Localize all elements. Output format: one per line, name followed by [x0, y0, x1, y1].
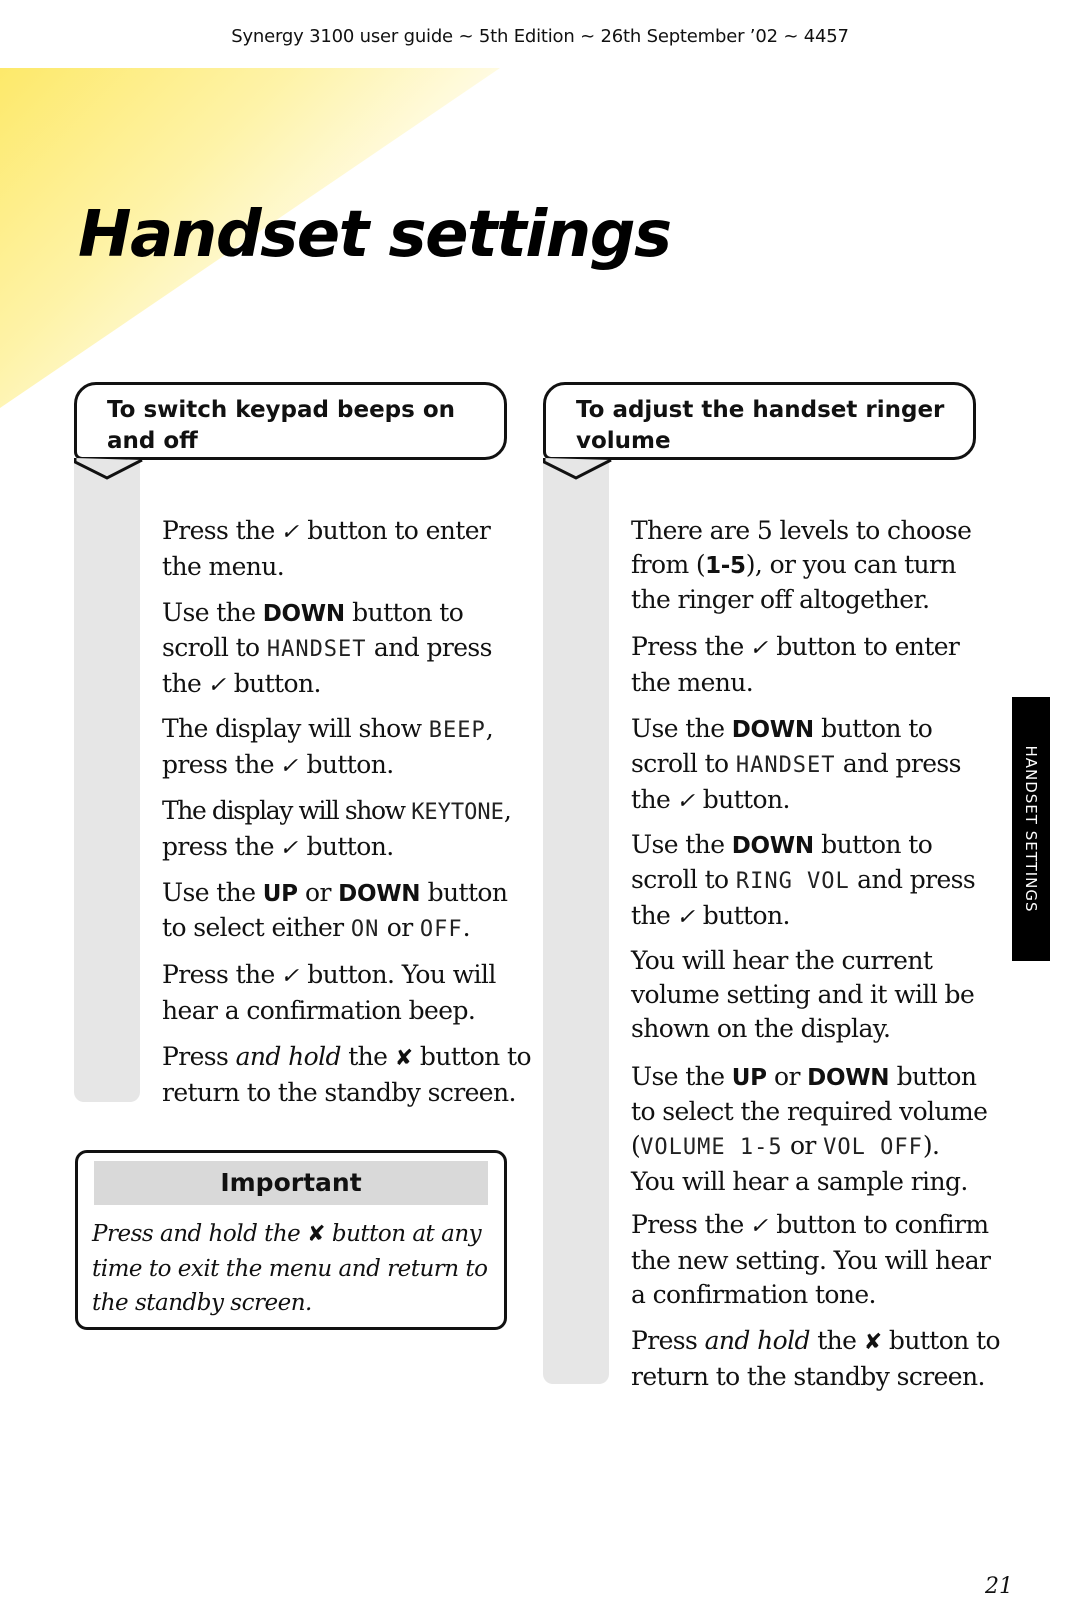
step-text: Press and hold the ✘ button to return to…	[162, 1042, 532, 1107]
speech-pointer	[543, 458, 612, 480]
step-text: Press the ✓ button to enter the menu.	[162, 516, 491, 581]
step-text: There are 5 levels to choose from (1-5),…	[631, 516, 972, 614]
step-text: Use the DOWN button to scroll to HANDSET…	[631, 712, 961, 819]
important-title: Important	[94, 1161, 488, 1205]
step-text: Press the ✓ button to confirm the new se…	[631, 1210, 991, 1309]
step-text: Press the ✓ button to enter the menu.	[631, 632, 960, 697]
important-body: Press and hold the ✘ button at any time …	[92, 1221, 488, 1316]
lcd-text: VOLUME 1-5	[640, 1135, 783, 1160]
cross-icon: ✘	[307, 1222, 326, 1247]
lcd-text: KEYTONE	[411, 800, 504, 825]
lcd-text: HANDSET	[735, 753, 836, 778]
lcd-text: ON	[350, 917, 380, 942]
speech-pointer	[74, 458, 143, 480]
step-text: Use the UP or DOWN button to select eith…	[162, 878, 508, 942]
step-text: Press and hold the ✘ button to return to…	[631, 1326, 1001, 1391]
lcd-text: HANDSET	[266, 637, 367, 662]
heading-line: To adjust the handset ringer	[576, 397, 945, 423]
page-title: Handset settings	[78, 198, 672, 272]
cross-icon: ✘	[863, 1330, 882, 1355]
important-callout: Important Press and hold the ✘ button at…	[75, 1150, 507, 1330]
section-heading-ringer-volume: To adjust the handset ringer volume	[543, 382, 976, 480]
step-text: You will hear the current volume setting…	[631, 946, 975, 1043]
running-header: Synergy 3100 user guide ~ 5th Edition ~ …	[231, 26, 849, 47]
lcd-text: RING VOL	[735, 869, 850, 894]
section-heading-keypad-beeps: To switch keypad beeps on and off	[74, 382, 507, 480]
lcd-text: VOL OFF	[823, 1135, 923, 1160]
lcd-text: OFF	[419, 917, 463, 942]
step-text: Use the DOWN button to scroll to HANDSET…	[162, 596, 492, 703]
step-text: The display will show BEEP, press the ✓ …	[162, 712, 494, 784]
cross-icon: ✘	[394, 1046, 413, 1071]
page-number: 21	[985, 1574, 1013, 1599]
step-text: Use the DOWN button to scroll to RING VO…	[631, 828, 976, 935]
key-rail-right	[543, 462, 609, 1384]
step-text: Press the ✓ button. You will hear a conf…	[162, 960, 496, 1025]
key-rail-left	[74, 462, 140, 1102]
step-text: The display will show KEYTONE, press the…	[162, 794, 512, 866]
heading-line: and off	[107, 428, 198, 454]
section-side-tab: HANDSET SETTINGS	[1012, 697, 1050, 961]
heading-line: To switch keypad beeps on	[107, 397, 455, 423]
lcd-text: BEEP	[428, 718, 486, 743]
heading-line: volume	[576, 428, 671, 454]
step-text: Use the UP or DOWN button to select the …	[631, 1062, 988, 1196]
